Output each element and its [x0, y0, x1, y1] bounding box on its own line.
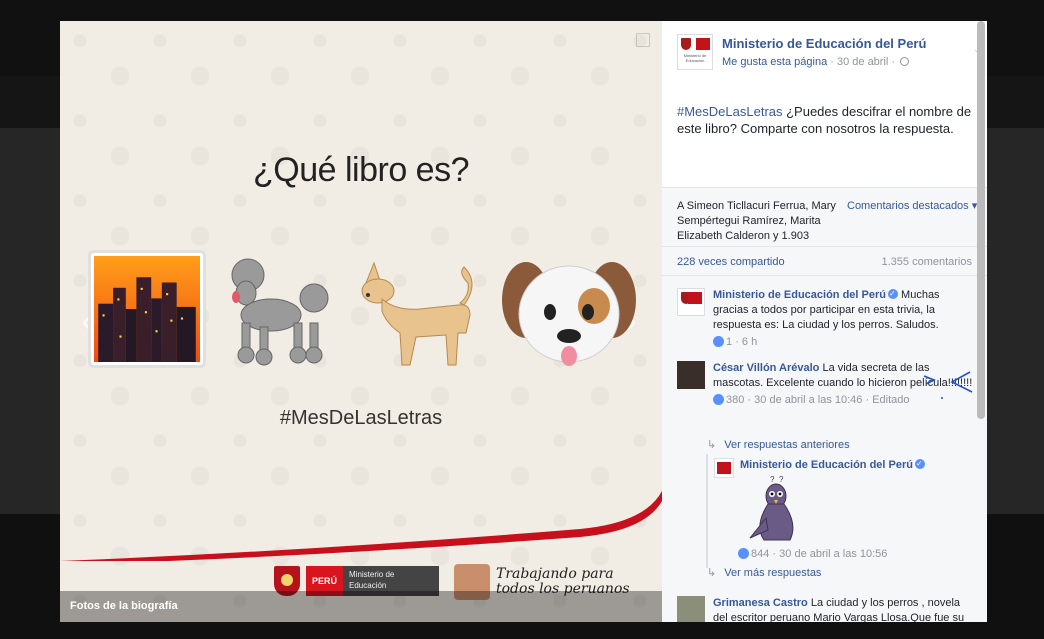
- slogan-line-1: Trabajando para: [496, 566, 614, 582]
- svg-text:?: ?: [779, 475, 784, 484]
- reply-meta: 844 · 30 de abril a las 10:56: [738, 548, 887, 560]
- verified-badge-icon: [914, 456, 925, 471]
- handwritten-annotation: [923, 371, 973, 399]
- poodle-emoji-icon: [231, 258, 329, 366]
- comment-meta: 1 · 6 h: [713, 335, 973, 350]
- meta-separator-2: ·: [891, 56, 896, 68]
- red-swoosh-decoration: [60, 491, 662, 561]
- reactions-summary: A Simeon Ticllacuri Ferrua, Mary Sempért…: [662, 188, 987, 257]
- like-icon: [713, 394, 724, 405]
- view-more-replies-link[interactable]: ↳ Ver más respuestas: [707, 566, 821, 579]
- pigeon-sticker-icon[interactable]: ? ?: [748, 474, 804, 546]
- like-count[interactable]: 380: [726, 394, 744, 406]
- post-hashtag-link[interactable]: #MesDeLasLetras: [677, 104, 783, 119]
- avatar-peru-flag-icon: [688, 292, 702, 304]
- reply-arrow-icon: ↳: [707, 567, 717, 579]
- expand-icon[interactable]: [636, 33, 650, 47]
- commenter-avatar[interactable]: [677, 361, 705, 389]
- post-sidebar: Ministerio de Educación Ministerio de Ed…: [662, 21, 987, 622]
- photo-hashtag: #MesDeLasLetras: [279, 407, 443, 429]
- meta-separator: ·: [830, 56, 834, 68]
- post-header: Ministerio de Educación Ministerio de Ed…: [677, 34, 983, 74]
- comment-body: Grimanesa Castro La ciudad y los perros …: [713, 596, 973, 622]
- meta-separator: ·: [735, 336, 739, 348]
- comment-time[interactable]: 30 de abril a las 10:46: [754, 394, 862, 406]
- album-label[interactable]: Fotos de la biografía: [70, 600, 178, 612]
- photo-title: ¿Qué libro es?: [253, 151, 470, 189]
- post-text: #MesDeLasLetras ¿Puedes descifrar el nom…: [677, 103, 975, 137]
- shares-count-link[interactable]: 228 veces compartido: [677, 256, 785, 268]
- avatar-label: Ministerio de Educación: [683, 53, 707, 63]
- reply-time[interactable]: 30 de abril a las 10:56: [779, 548, 887, 560]
- view-previous-replies-link[interactable]: ↳ Ver respuestas anteriores: [707, 438, 850, 451]
- avatar-peru-flag-icon: [696, 38, 710, 50]
- like-count[interactable]: 1: [726, 336, 732, 348]
- dog-emoji-icon: [361, 261, 473, 366]
- like-page-link[interactable]: Me gusta esta página: [722, 56, 827, 68]
- verified-badge-icon: [887, 286, 898, 301]
- photo-viewer: ¿Qué libro es? ‹ ›: [60, 21, 987, 622]
- like-icon: [713, 336, 724, 347]
- photo-panel[interactable]: ¿Qué libro es? ‹ ›: [60, 21, 662, 622]
- comments-list: Ministerio de Educación del Perú Muchas …: [662, 275, 987, 622]
- meta-separator: ·: [772, 548, 777, 560]
- comment-body: Ministerio de Educación del Perú Muchas …: [713, 286, 973, 350]
- like-icon: [738, 548, 749, 559]
- comment-author-link[interactable]: César Villón Arévalo: [713, 362, 819, 374]
- page-name-link[interactable]: Ministerio de Educación del Perú: [722, 36, 926, 51]
- page-avatar[interactable]: Ministerio de Educación: [677, 34, 713, 70]
- meta-separator: ·: [747, 394, 752, 406]
- commenter-avatar[interactable]: [677, 596, 705, 622]
- globe-icon: [900, 57, 910, 66]
- comment-time[interactable]: 6 h: [742, 336, 757, 348]
- reply-body: Ministerio de Educación del Perú: [740, 456, 987, 473]
- comment-author-link[interactable]: Grimanesa Castro: [713, 597, 808, 609]
- meta-separator: ·: [865, 394, 870, 406]
- post-meta: Me gusta esta página · 30 de abril ·: [722, 56, 910, 68]
- commenter-avatar[interactable]: [677, 288, 705, 316]
- edited-label[interactable]: Editado: [872, 394, 909, 406]
- post-date[interactable]: 30 de abril: [837, 56, 888, 68]
- featured-comments-dropdown[interactable]: Comentarios destacados ▾: [847, 199, 977, 212]
- reply-author-link[interactable]: Ministerio de Educación del Perú: [740, 459, 913, 471]
- dog-face-emoji-icon: [502, 262, 636, 366]
- commenter-avatar[interactable]: [714, 458, 734, 478]
- avatar-peru-flag-icon: [717, 462, 731, 474]
- avatar-shield-icon: [681, 38, 691, 50]
- reply-arrow-icon: ↳: [707, 439, 717, 451]
- cityscape-emoji-icon: [88, 250, 206, 368]
- svg-text:?: ?: [770, 475, 775, 484]
- album-bar[interactable]: Fotos de la biografía: [60, 591, 662, 622]
- sidebar-scrollbar[interactable]: [977, 21, 985, 419]
- reply-thread-line: [706, 454, 708, 568]
- comment-author-link[interactable]: Ministerio de Educación del Perú: [713, 289, 886, 301]
- comments-count: 1.355 comentarios: [881, 256, 973, 268]
- view-previous-replies-label[interactable]: Ver respuestas anteriores: [724, 439, 849, 451]
- shares-row: 228 veces compartido 1.355 comentarios: [662, 246, 987, 275]
- view-more-replies-label[interactable]: Ver más respuestas: [724, 567, 821, 579]
- like-count[interactable]: 844: [751, 548, 769, 560]
